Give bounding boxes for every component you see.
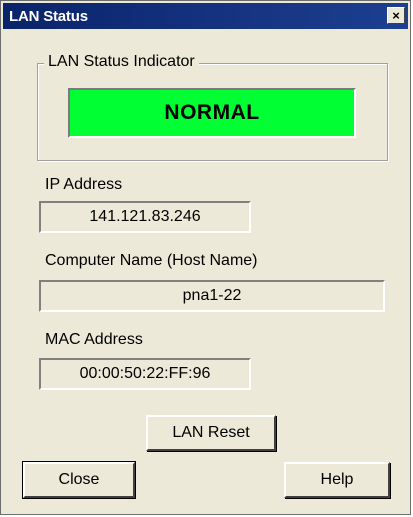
close-icon[interactable]: × [387, 7, 405, 24]
close-button[interactable]: Close [22, 461, 136, 499]
lan-reset-button[interactable]: LAN Reset [146, 415, 276, 451]
mac-address-label: MAC Address [45, 331, 143, 348]
lan-status-indicator-group: LAN Status Indicator NORMAL [37, 53, 388, 161]
group-legend: LAN Status Indicator [44, 53, 199, 71]
window-title: LAN Status [9, 8, 88, 25]
title-bar[interactable]: LAN Status × [3, 3, 408, 29]
host-name-label: Computer Name (Host Name) [45, 252, 258, 269]
status-indicator: NORMAL [68, 88, 356, 138]
help-button[interactable]: Help [284, 462, 390, 498]
lan-status-dialog: LAN Status × LAN Status Indicator NORMAL… [0, 0, 411, 515]
ip-address-label: IP Address [45, 176, 123, 193]
host-name-field: pna1-22 [39, 280, 385, 312]
mac-address-field: 00:00:50:22:FF:96 [39, 358, 251, 390]
ip-address-field: 141.121.83.246 [39, 201, 251, 233]
